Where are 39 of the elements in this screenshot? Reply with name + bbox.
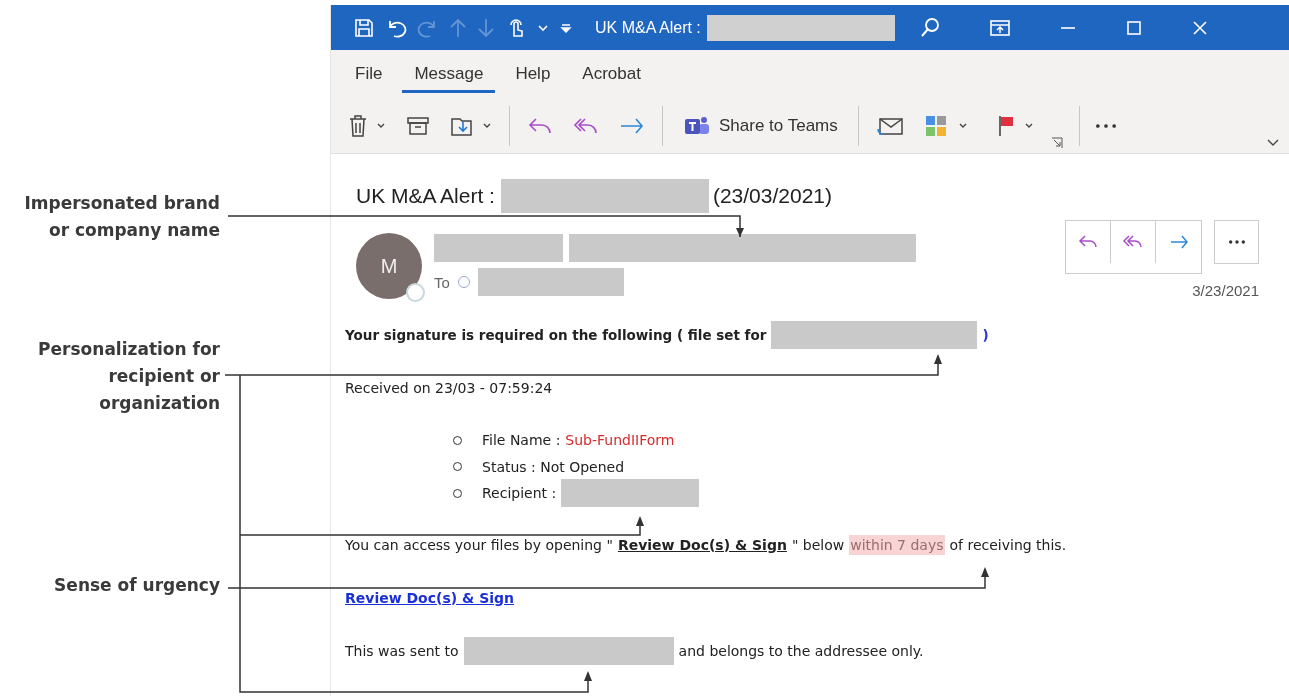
dialog-launcher-icon[interactable] — [1050, 137, 1063, 149]
review-link[interactable]: Review Doc(s) & Sign — [345, 589, 514, 606]
share-to-teams-button[interactable]: Share to Teams — [679, 112, 842, 139]
emphasized-text: Review Doc(s) & Sign — [617, 536, 787, 553]
body-text: Your signature is required on the following ( file set for — [345, 327, 767, 343]
close-icon[interactable] — [1190, 18, 1209, 37]
list-text: Status : Not Opened — [482, 458, 625, 475]
email-subject: UK M&A Alert : — [356, 184, 495, 208]
annotation-label: Personalization for recipient or organization — [37, 338, 220, 415]
more-icon — [1228, 240, 1245, 244]
body-text: ) — [982, 327, 989, 343]
email-subject: (23/03/2021) — [712, 184, 832, 208]
ribbon-tab[interactable]: Help — [503, 55, 563, 93]
presence-icon — [406, 283, 425, 302]
ribbon-tab[interactable]: Message — [402, 55, 496, 93]
body-text: You can access your files by opening " — [345, 536, 613, 553]
list-text: File Name : — [482, 432, 561, 449]
annotation-label: Sense of urgency — [53, 574, 220, 597]
body-text: Received on 23/03 - 07:59:24 — [345, 380, 553, 396]
body-text: and belongs to the addressee only. — [678, 642, 924, 659]
search-icon[interactable] — [918, 16, 941, 39]
list-text: Recipient : — [482, 485, 557, 502]
save-icon[interactable] — [353, 16, 375, 39]
ribbon-display-icon[interactable] — [988, 18, 1011, 37]
annotation-label: Impersonated brand or company name — [23, 192, 220, 242]
more-icon[interactable] — [1095, 123, 1116, 128]
body-text: of receiving this. — [949, 536, 1067, 553]
highlighted-text: within 7 days — [849, 534, 945, 555]
window-title: UK M&A Alert : — [595, 18, 701, 37]
body-text: This was sent to — [345, 642, 459, 659]
email-date: 3/23/2021 — [1192, 281, 1259, 301]
maximize-icon[interactable] — [1124, 18, 1143, 37]
list-text: Sub-FundIIForm — [565, 432, 675, 449]
ribbon-tab[interactable]: File — [343, 55, 395, 93]
delete-icon[interactable] — [347, 112, 369, 139]
sender-avatar: M — [356, 233, 422, 299]
ribbon-tab[interactable]: Acrobat — [570, 55, 653, 93]
to-label: To — [434, 273, 450, 291]
body-text: " below — [791, 536, 845, 553]
